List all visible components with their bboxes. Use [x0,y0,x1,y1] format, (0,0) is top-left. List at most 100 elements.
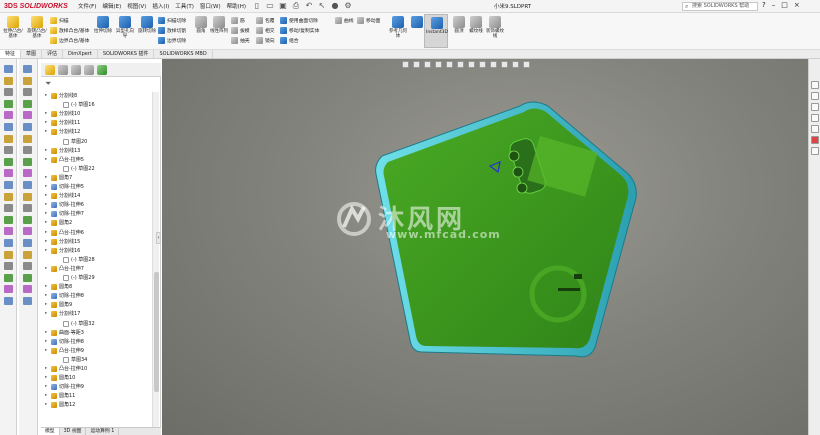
menu-window[interactable]: 窗口(W) [200,2,221,10]
left-tool-icon[interactable] [23,99,32,108]
left-tool-icon[interactable] [4,88,13,97]
left-tool-icon[interactable] [23,227,32,236]
select-icon[interactable]: ↖ [317,1,327,11]
expand-arrow-icon[interactable]: ▸ [45,92,49,100]
view-tool-icon[interactable] [435,61,442,68]
menu-view[interactable]: 视图(V) [127,2,146,10]
expand-arrow-icon[interactable]: ▸ [45,192,49,200]
left-tool-icon[interactable] [4,65,13,73]
undo-icon[interactable]: ↶ [304,1,314,11]
sweep-button[interactable]: 扫描 [50,17,69,24]
menu-help[interactable]: 帮助(H) [227,2,246,10]
tree-item[interactable]: ▸ 切除-拉伸6 [45,201,84,209]
left-tool-icon[interactable] [4,169,13,178]
view-tool-icon[interactable] [479,61,486,68]
tab-dimxpert[interactable]: DimXpert [63,50,98,58]
tab-sketch[interactable]: 草图 [21,50,43,58]
left-tool-icon[interactable] [23,262,32,271]
expand-arrow-icon[interactable]: ▸ [45,201,49,209]
boundary-cut-button[interactable]: 边界切除 [158,37,186,44]
tree-item[interactable]: (-) 草图22 [57,165,95,173]
view-tool-icon[interactable] [413,61,420,68]
menu-edit[interactable]: 编辑(E) [102,2,121,10]
expand-arrow-icon[interactable]: ▸ [45,128,49,136]
expand-arrow-icon[interactable]: ▸ [45,147,49,155]
expand-arrow-icon[interactable]: ▸ [45,229,49,237]
tree-item[interactable]: 草图34 [57,356,87,364]
view-tool-icon[interactable] [490,61,497,68]
left-tool-icon[interactable] [23,297,32,305]
tree-item[interactable]: ▸ 分割线11 [45,119,80,127]
move-copy-button[interactable]: 移动/复制实体 [280,27,319,34]
tree-item[interactable]: ▸ 圆角8 [45,283,72,291]
feature-tree-scrollbar[interactable] [152,92,159,427]
expand-arrow-icon[interactable]: ▸ [45,283,49,291]
view-tool-icon[interactable] [402,61,409,68]
tree-item[interactable]: ▸ 分割线17 [45,310,80,318]
expand-arrow-icon[interactable]: ▸ [45,156,49,164]
expand-arrow-icon[interactable]: ▸ [45,338,49,346]
tree-item[interactable]: ▸ 圆角11 [45,392,75,400]
left-tool-icon[interactable] [23,76,32,85]
tree-item[interactable]: ▸ 曲面-等距3 [45,329,84,337]
print-icon[interactable]: ⎙ [291,1,301,11]
revolve-cut-button[interactable]: 旋转切除 [137,16,157,34]
wrap-button[interactable]: 包覆 [256,17,275,24]
left-tool-icon[interactable] [4,181,13,189]
tree-item[interactable]: ▸ 凸台-拉伸10 [45,365,87,373]
left-tool-icon[interactable] [4,99,13,108]
left-tool-icon[interactable] [4,285,13,294]
expand-arrow-icon[interactable]: ▸ [45,119,49,127]
left-tool-icon[interactable] [23,134,32,143]
left-tool-icon[interactable] [23,285,32,294]
scrollbar-thumb[interactable] [154,272,159,392]
view-tool-icon[interactable] [501,61,508,68]
left-tool-icon[interactable] [23,192,32,201]
view-tool-icon[interactable] [468,61,475,68]
cosmetic-thread-button[interactable]: 装饰螺纹线 [486,16,504,39]
help-search-input[interactable]: ⌕ 搜索 SOLIDWORKS 帮助 [682,2,758,11]
use-surfaces-button[interactable]: 使用曲面切除 [280,17,318,24]
property-manager-tab-icon[interactable] [58,65,68,75]
hole-wizard-button[interactable]: 异型孔向导 [115,16,135,39]
menu-tools[interactable]: 工具(T) [175,2,194,10]
intersect-button[interactable]: 相交 [256,27,275,34]
filter-icon[interactable]: ⏷ [45,79,51,89]
configuration-tab-icon[interactable] [71,65,81,75]
view-tool-icon[interactable] [457,61,464,68]
expand-arrow-icon[interactable]: ▸ [45,347,49,355]
expand-arrow-icon[interactable]: ▸ [45,174,49,182]
mirror-button[interactable]: 镜向 [256,37,275,44]
expand-arrow-icon[interactable]: ▸ [45,383,49,391]
expand-arrow-icon[interactable]: ▸ [45,392,49,400]
left-tool-icon[interactable] [4,111,13,120]
expand-arrow-icon[interactable]: ▸ [45,374,49,382]
maximize-icon[interactable]: □ [781,1,788,9]
expand-arrow-icon[interactable]: ▸ [45,247,49,255]
custom-properties-icon[interactable] [811,147,819,155]
view-tool-icon[interactable] [512,61,519,68]
expand-arrow-icon[interactable]: ▸ [45,183,49,191]
left-tool-icon[interactable] [23,123,32,131]
left-tool-icon[interactable] [23,65,32,73]
thread-button[interactable]: 螺纹线 [468,16,484,34]
left-tool-icon[interactable] [23,88,32,97]
tree-item[interactable]: ▸ 圆角9 [45,301,72,309]
open-icon[interactable]: ▭ [265,1,275,11]
menu-insert[interactable]: 插入(I) [152,2,169,10]
left-tool-icon[interactable] [23,146,32,155]
tab-evaluate[interactable]: 评估 [42,50,64,58]
left-tool-icon[interactable] [4,297,13,305]
left-tool-icon[interactable] [23,111,32,120]
display-manager-tab-icon[interactable] [97,65,107,75]
linear-pattern-button[interactable]: 线性阵列 [210,16,228,34]
tree-item[interactable]: 草图20 [57,138,87,146]
expand-arrow-icon[interactable]: ▸ [45,301,49,309]
rib-button[interactable]: 筋 [231,17,245,24]
fillet-button[interactable]: 圆角 [193,16,209,34]
draft-button[interactable]: 拔模 [231,27,250,34]
extrude-cut-button[interactable]: 拉伸切除 [93,16,113,34]
close-icon[interactable]: × [794,1,800,9]
phone-model[interactable] [312,84,672,424]
left-tool-icon[interactable] [4,192,13,201]
